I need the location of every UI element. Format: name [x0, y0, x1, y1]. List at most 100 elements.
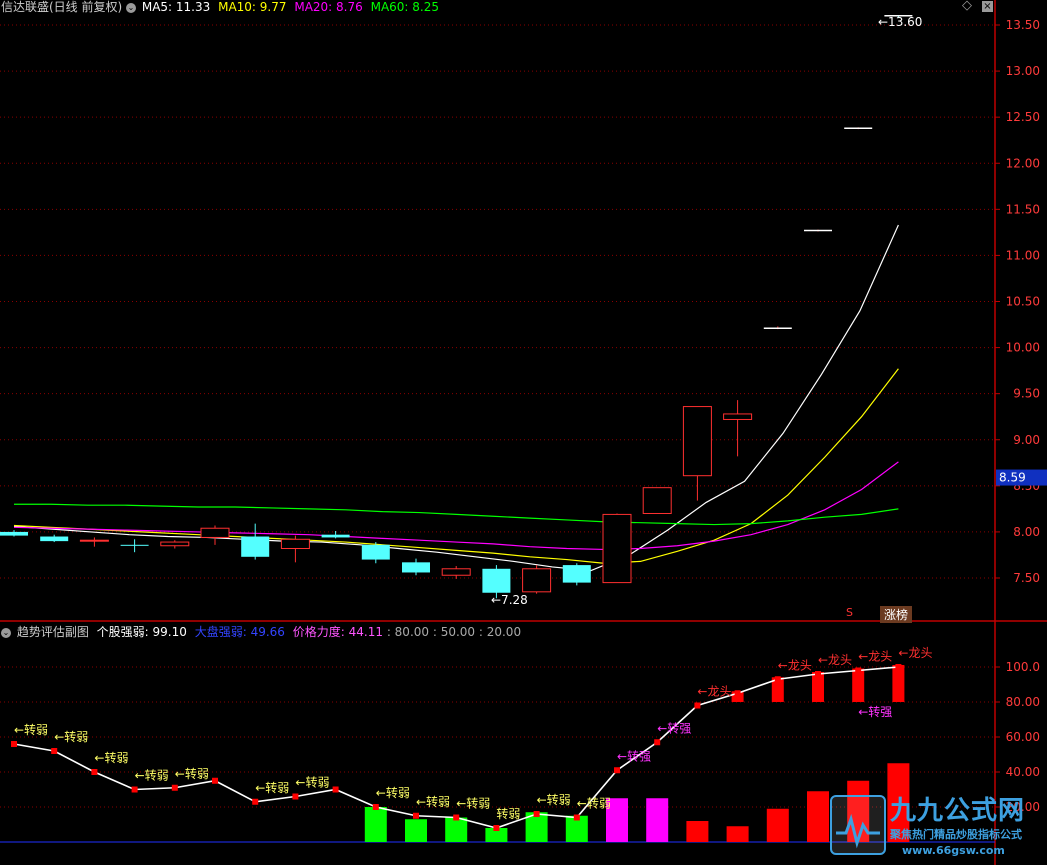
strength-bar — [807, 791, 829, 842]
candle-down — [482, 568, 511, 593]
signal-label: ←龙头 — [818, 653, 852, 667]
signal-label: ←转强 — [657, 720, 691, 735]
signal-label: ←转弱 — [295, 775, 329, 790]
candle-up — [200, 527, 230, 538]
price-tick-label: 13.50 — [1006, 18, 1040, 32]
price-tick-label: 11.50 — [1006, 202, 1040, 216]
strength-point — [453, 814, 460, 821]
strength-point — [533, 811, 540, 817]
signal-label: ←龙头 — [858, 650, 892, 664]
candle-down — [361, 544, 390, 560]
chevron-down-icon[interactable]: ⌄ — [126, 2, 137, 13]
stock-strength-label: 个股强弱: 99.10 — [96, 625, 187, 639]
indicator-tick-label: 100.0 — [1006, 660, 1040, 674]
strength-point — [212, 777, 218, 784]
strength-point — [171, 784, 178, 791]
strength-point — [573, 814, 580, 821]
candle-up — [160, 541, 190, 547]
strength-point — [51, 748, 58, 754]
strength-point — [614, 767, 620, 774]
strength-point — [774, 676, 781, 683]
candle-up — [602, 513, 632, 584]
signal-label: ←龙头 — [778, 658, 812, 672]
level-lines-label: : 80.00 : 50.00 : 20.00 — [386, 625, 522, 639]
main-chart-header: 信达联盛(日线 前复权) ⌄ MA5: 11.33 MA10: 9.77 MA2… — [1, 0, 439, 15]
price-tick-label: 13.00 — [1006, 64, 1040, 78]
candle-up — [441, 568, 471, 576]
signal-label: ←转弱 — [537, 792, 571, 807]
ma60-label: MA60: 8.25 — [370, 0, 440, 14]
price-tick-label: 9.50 — [1013, 387, 1040, 401]
strength-point — [654, 739, 661, 746]
strength-point — [493, 825, 500, 831]
candle-up — [522, 568, 552, 593]
signal-label: ←转弱 — [255, 780, 289, 795]
ma-line-ma10 — [13, 368, 899, 564]
signal-label: 转弱 — [496, 806, 520, 821]
strength-point — [855, 667, 862, 674]
strength-point — [372, 804, 379, 810]
signal-label: ←转强 — [858, 704, 892, 719]
chart-canvas[interactable]: 13.50 13.00 12.50 12.00 11.50 11.00 10.50 10.00… — [0, 0, 1047, 865]
price-tick-label: 11.00 — [1006, 248, 1040, 262]
current-price-label: 8.59 — [999, 471, 1026, 485]
strength-bar — [766, 808, 789, 842]
candle-down — [241, 536, 270, 557]
ma5-label: MA5: 11.33 — [141, 0, 211, 14]
strength-bar — [445, 817, 468, 842]
candle-up — [79, 539, 109, 542]
chevron-down-icon[interactable]: ⌄ — [1, 627, 11, 638]
signal-label: ←转弱 — [416, 794, 450, 809]
signal-label: ←龙头 — [898, 646, 932, 660]
signal-label: ←转弱 — [577, 796, 611, 811]
candle-up — [682, 406, 712, 477]
zhangbang-badge[interactable]: 涨榜 — [880, 606, 912, 623]
signal-label: ←转强 — [617, 748, 651, 763]
diamond-icon[interactable]: ◇ — [962, 0, 972, 13]
strength-bar — [646, 798, 669, 842]
candle-up — [280, 538, 310, 550]
price-tick-label: 10.00 — [1006, 341, 1040, 355]
market-strength-label: 大盘强弱: 49.66 — [194, 625, 285, 639]
price-force-label: 价格力度: 44.11 — [292, 625, 383, 639]
price-tick-label: 12.50 — [1006, 110, 1040, 124]
signal-label: ←转弱 — [456, 796, 490, 811]
strength-bar — [726, 826, 749, 842]
candle-up — [642, 487, 672, 514]
indicator-tick-label: 40.00 — [1006, 765, 1040, 779]
strength-bar — [405, 819, 427, 842]
indicator-header: ⌄ 趋势评估副图 个股强弱: 99.10 大盘强弱: 49.66 价格力度: 4… — [1, 623, 521, 640]
leader-bar — [892, 665, 905, 702]
price-tick-label: 8.00 — [1013, 525, 1040, 539]
ma10-label: MA10: 9.77 — [218, 0, 287, 14]
price-tick-label: 12.00 — [1006, 156, 1040, 170]
ma20-label: MA20: 8.76 — [294, 0, 363, 14]
high-price-label: ←13.60 — [878, 15, 922, 29]
signal-label: ←转弱 — [54, 729, 88, 744]
main-chart-title: 信达联盛(日线 前复权) — [1, 0, 123, 14]
price-tick-label: 10.50 — [1006, 295, 1040, 309]
brand-logo — [830, 795, 886, 855]
close-icon[interactable]: × — [982, 1, 993, 12]
low-price-label: ←7.28 — [491, 593, 528, 607]
ma-line-ma5 — [13, 224, 899, 572]
leader-bar — [852, 668, 865, 702]
price-tick-label: 9.00 — [1013, 433, 1040, 447]
strength-point — [413, 812, 419, 819]
candle-up — [723, 413, 753, 420]
s-marker: S — [846, 606, 853, 619]
signal-label: ←转弱 — [135, 768, 169, 783]
candle-down — [562, 565, 591, 583]
strength-point — [11, 741, 17, 747]
signal-label: ←转弱 — [175, 766, 209, 781]
strength-point — [734, 690, 741, 697]
signal-label: ←龙头 — [697, 685, 731, 699]
brand-caption: 聚焦热门精品炒股指标公式 — [890, 828, 1022, 841]
strength-bar — [364, 807, 387, 842]
price-tick-label: 7.50 — [1013, 571, 1040, 585]
strength-point — [252, 798, 259, 805]
strength-point — [815, 671, 821, 677]
indicator-title: 趋势评估副图 — [16, 625, 89, 639]
strength-point — [292, 793, 299, 800]
strength-point — [694, 702, 701, 709]
